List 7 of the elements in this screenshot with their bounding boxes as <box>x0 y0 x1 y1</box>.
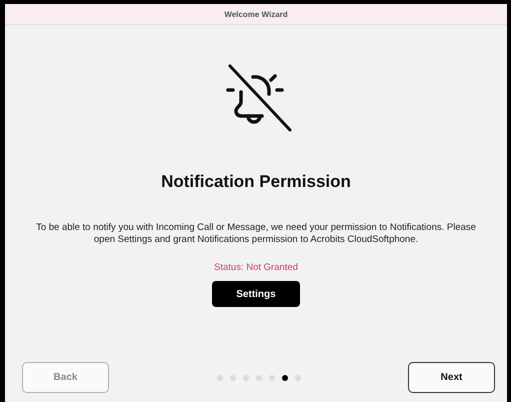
page-heading: Notification Permission <box>161 172 351 192</box>
status-text: Status: Not Granted <box>214 262 298 273</box>
settings-button[interactable]: Settings <box>212 281 300 307</box>
permission-message: To be able to notify you with Incoming Call or Message, we need your permission to Notifications. Please open Settings and grant Notifications permission to Acrobits CloudSoftphone. <box>35 222 477 246</box>
window-title: Welcome Wizard <box>224 10 288 18</box>
next-button[interactable]: Next <box>408 362 495 393</box>
page-dot[interactable] <box>282 374 288 380</box>
